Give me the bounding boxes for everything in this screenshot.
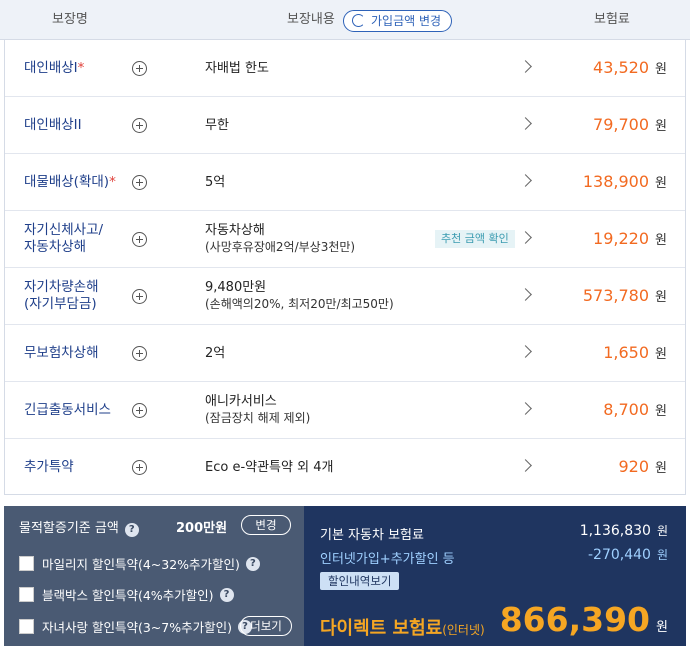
coverage-detail: 자배법 한도 (205, 60, 269, 76)
premium-value: 19,220 원 (593, 229, 667, 248)
help-icon[interactable]: ? (124, 523, 139, 537)
direct-premium-label: 다이렉트 보험료(인터넷) (320, 618, 485, 639)
table-row: 긴급출동서비스 애니카서비스 (잠금장치 해제 제외) 8,700 원 (5, 382, 685, 439)
coverage-detail: 9,480만원 (손해액의20%, 최저20만/최고50만) (205, 280, 394, 311)
base-premium-value: 1,136,830 원 (579, 523, 668, 539)
premium-value: 573,780 원 (582, 286, 667, 305)
chevron-right-icon[interactable] (519, 345, 532, 358)
plus-icon[interactable] (132, 232, 147, 247)
coverage-name[interactable]: 추가특약 (24, 439, 74, 495)
blackbox-option: 블랙박스 할인특약(4%추가할인) ? (19, 585, 234, 604)
child-option: 자녀사랑 할인특약(3~7%추가할인) ? (19, 617, 252, 636)
coverage-detail: 애니카서비스 (잠금장치 해제 제외) (205, 394, 311, 425)
chevron-right-icon[interactable] (519, 402, 532, 415)
discount-label: 인터넷가입+추가할인 등 (320, 552, 455, 567)
threshold-value: 200만원 (176, 521, 228, 536)
premium-value: 920 원 (618, 457, 667, 476)
blackbox-checkbox[interactable] (19, 587, 34, 602)
table-row: 추가특약 Eco e-약관특약 외 4개 920 원 (5, 439, 685, 496)
mileage-checkbox[interactable] (19, 556, 34, 571)
chevron-right-icon[interactable] (519, 174, 532, 187)
coverage-name[interactable]: 대인배상I * (24, 40, 84, 96)
plus-icon[interactable] (132, 118, 147, 133)
chevron-right-icon[interactable] (519, 459, 532, 472)
coverage-detail: Eco e-약관특약 외 4개 (205, 459, 334, 475)
coverage-name[interactable]: 대물배상(확대) * (24, 154, 116, 210)
coverage-detail: 무한 (205, 117, 229, 133)
premium-summary-panel: 기본 자동차 보험료 1,136,830 원 인터넷가입+추가할인 등 -270,… (304, 506, 686, 646)
plus-icon[interactable] (132, 346, 147, 361)
help-icon[interactable]: ? (219, 587, 234, 602)
more-button[interactable]: 더보기 (240, 616, 292, 636)
coverage-detail: 자동차상해 (사망후유장애2억/부상3천만) (205, 223, 356, 254)
threshold-change-button[interactable]: 변경 (241, 515, 291, 535)
change-amount-label: 가입금액 변경 (371, 14, 442, 28)
coverage-detail: 2억 (205, 345, 226, 361)
change-amount-button[interactable]: 가입금액 변경 (343, 10, 453, 32)
discount-options-panel: 물적할증기준 금액? 200만원 변경 마일리지 할인특약(4~32%추가할인)… (4, 506, 304, 646)
threshold-label: 물적할증기준 금액? (19, 517, 139, 537)
refresh-icon (352, 14, 365, 27)
coverage-detail: 5억 (205, 174, 226, 190)
recommended-amount-badge[interactable]: 추천 금액 확인 (435, 230, 515, 248)
premium-value: 79,700 원 (593, 115, 667, 134)
chevron-right-icon[interactable] (519, 288, 532, 301)
discount-value: -270,440 원 (588, 547, 668, 563)
table-row: 자기신체사고/ 자동차상해 자동차상해 (사망후유장애2억/부상3천만) 추천 금… (5, 211, 685, 268)
col-premium-header: 보험료 (594, 12, 630, 27)
chevron-right-icon[interactable] (519, 117, 532, 130)
plus-icon[interactable] (132, 61, 147, 76)
col-name-header: 보장명 (52, 12, 88, 27)
direct-premium-value: 866,390 원 (499, 600, 668, 639)
col-content-header: 보장내용 (287, 12, 335, 27)
discount-detail-button[interactable]: 할인내역보기 (320, 572, 400, 590)
coverage-name[interactable]: 무보험차상해 (24, 325, 99, 381)
coverage-name[interactable]: 자기차량손해 (자기부담금) (24, 268, 99, 324)
premium-value: 1,650 원 (603, 343, 667, 362)
plus-icon[interactable] (132, 175, 147, 190)
base-premium-label: 기본 자동차 보험료 (320, 528, 424, 543)
table-row: 자기차량손해 (자기부담금) 9,480만원 (손해액의20%, 최저20만/최고… (5, 268, 685, 325)
table-row: 대인배상I * 자배법 한도 43,520 원 (5, 40, 685, 97)
help-icon[interactable]: ? (245, 556, 260, 571)
chevron-right-icon[interactable] (519, 60, 532, 73)
table-row: 무보험차상해 2억 1,650 원 (5, 325, 685, 382)
coverage-name[interactable]: 대인배상II (24, 97, 82, 153)
coverage-name[interactable]: 긴급출동서비스 (24, 382, 111, 438)
plus-icon[interactable] (132, 403, 147, 418)
mileage-option: 마일리지 할인특약(4~32%추가할인) ? (19, 554, 260, 573)
table-row: 대인배상II 무한 79,700 원 (5, 97, 685, 154)
summary-section: 물적할증기준 금액? 200만원 변경 마일리지 할인특약(4~32%추가할인)… (0, 506, 690, 646)
premium-value: 8,700 원 (603, 400, 667, 419)
plus-icon[interactable] (132, 289, 147, 304)
coverage-name[interactable]: 자기신체사고/ 자동차상해 (24, 211, 103, 267)
plus-icon[interactable] (132, 460, 147, 475)
coverage-table: 대인배상I * 자배법 한도 43,520 원 대인배상II 무한 79,700 원 … (4, 40, 686, 495)
premium-value: 138,900 원 (582, 172, 667, 191)
table-header: 보장명 보장내용 가입금액 변경 보험료 (0, 0, 690, 40)
premium-value: 43,520 원 (593, 58, 667, 77)
table-row: 대물배상(확대) * 5억 138,900 원 (5, 154, 685, 211)
chevron-right-icon[interactable] (519, 231, 532, 244)
child-checkbox[interactable] (19, 619, 34, 634)
